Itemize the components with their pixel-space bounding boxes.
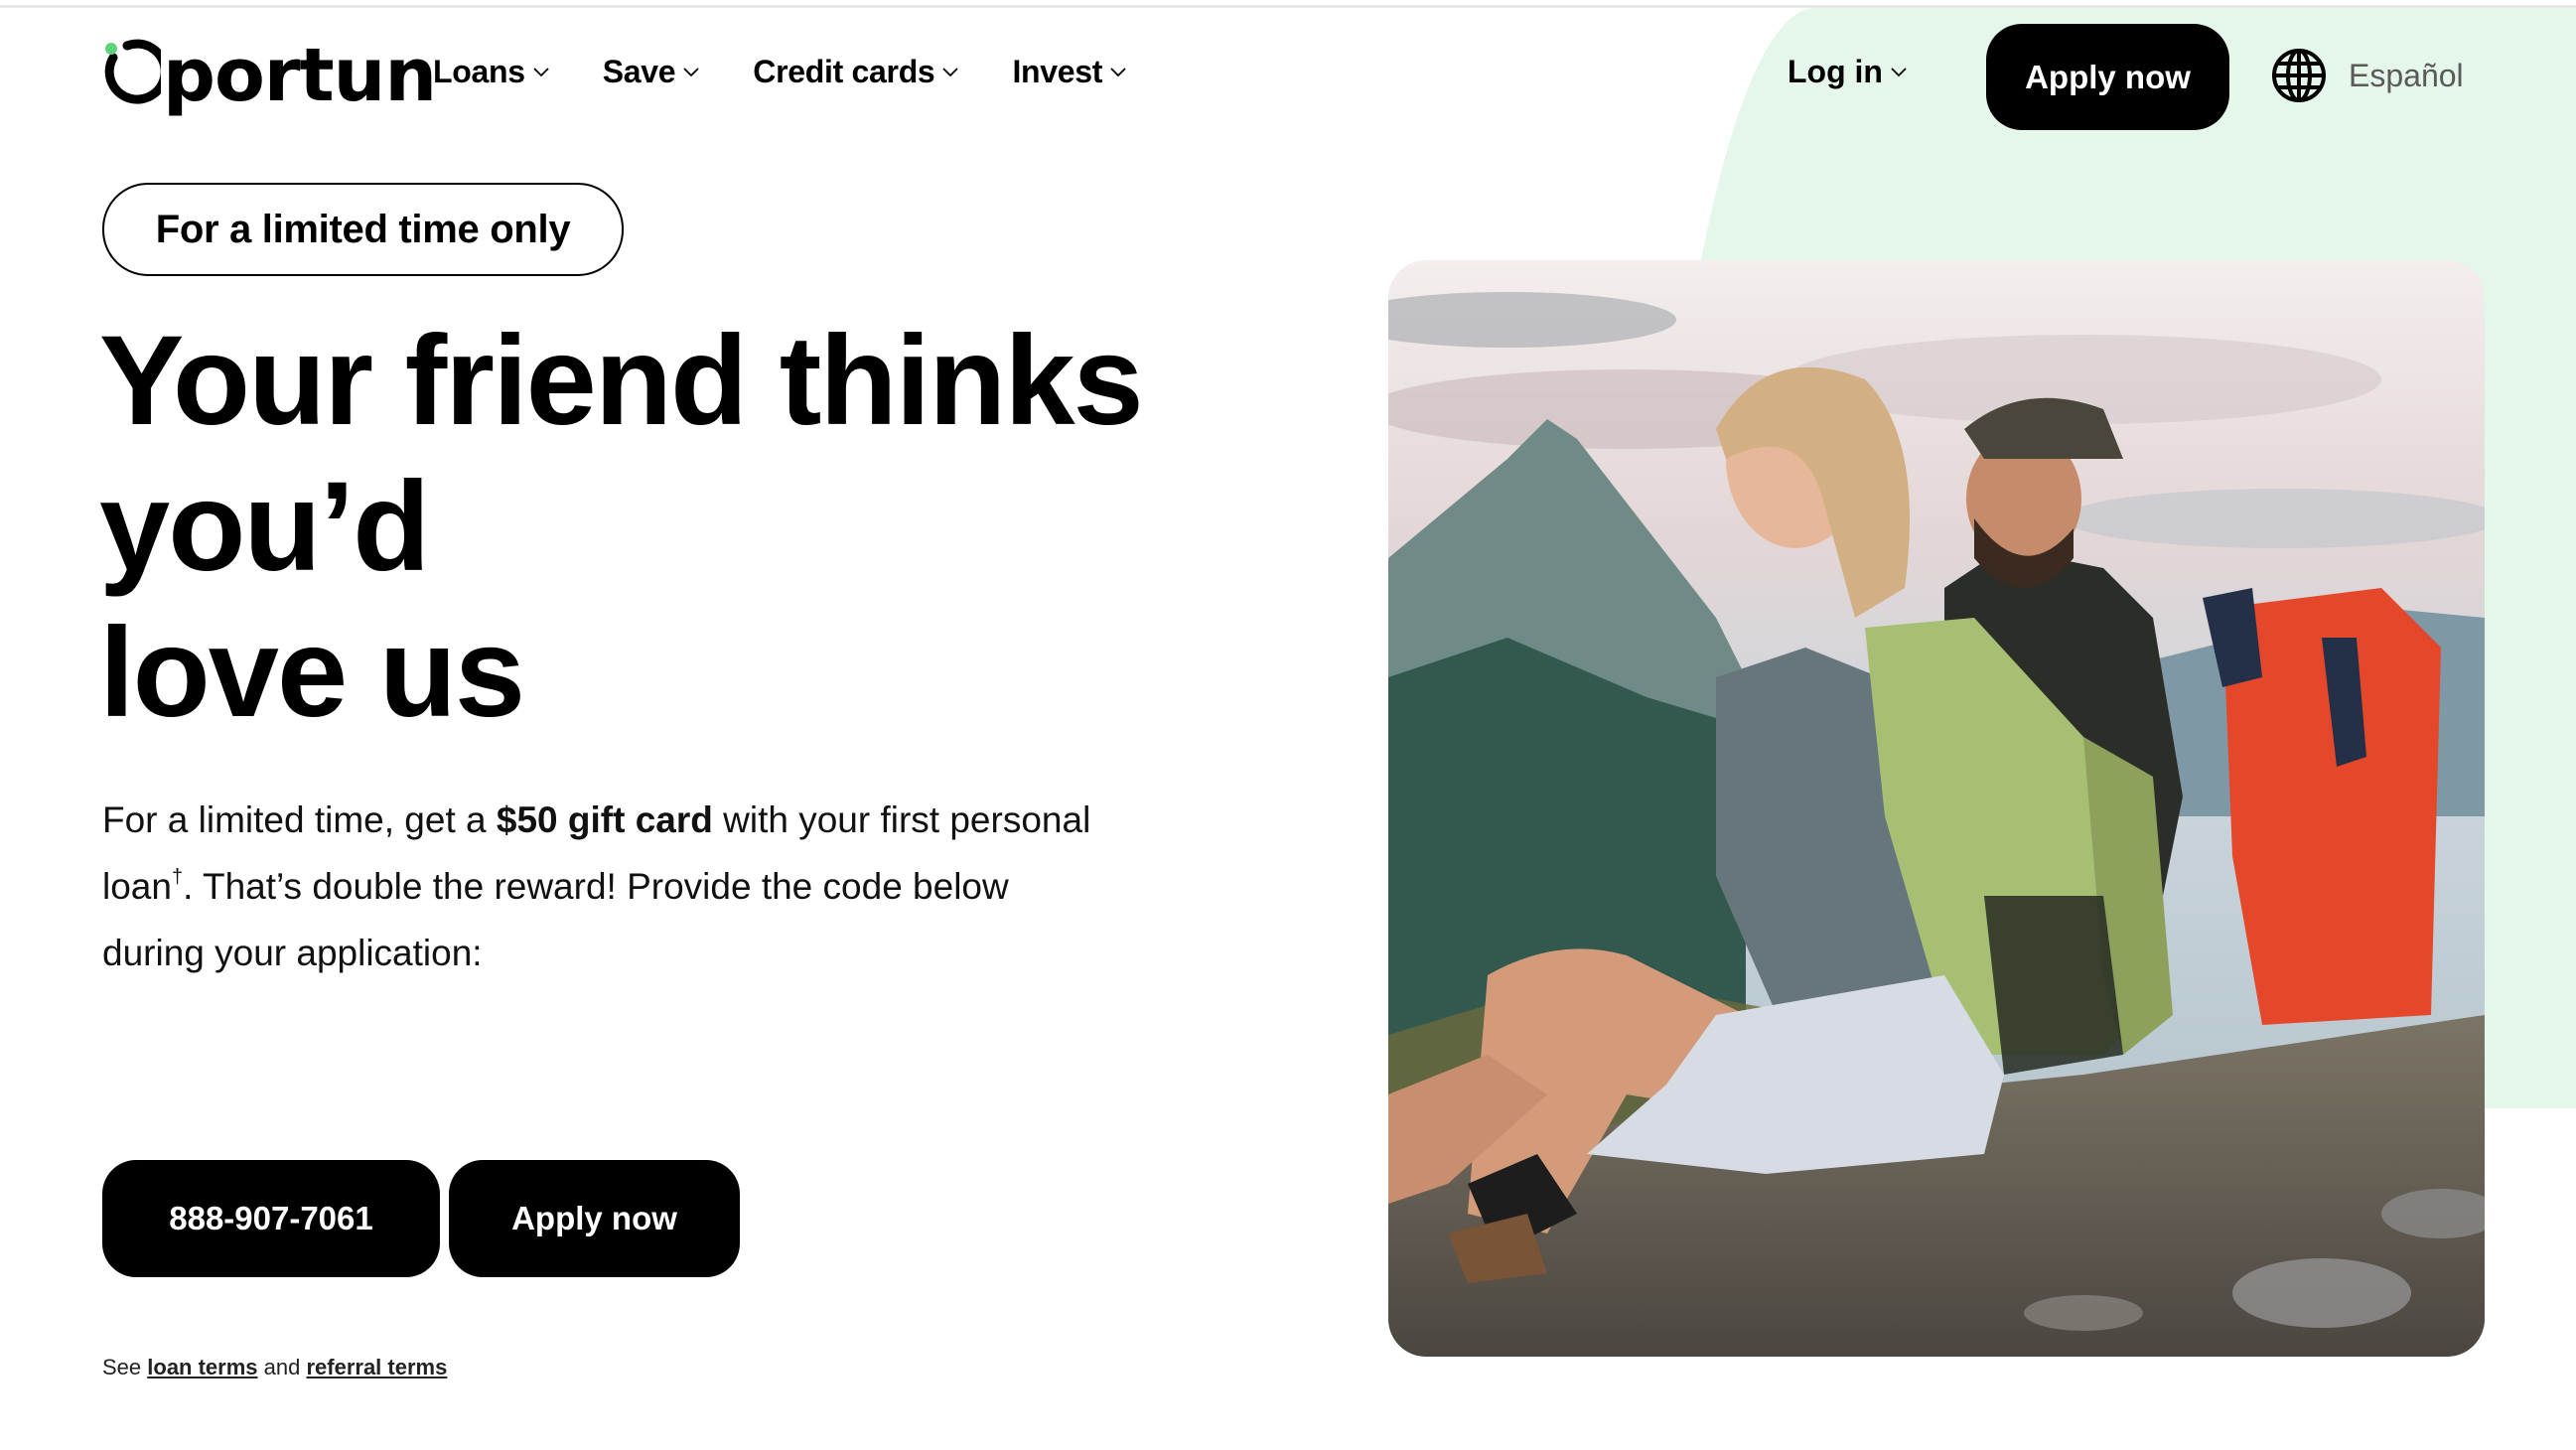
chevron-down-icon (1110, 67, 1126, 76)
language-label: Español (2349, 57, 2464, 93)
logo-text: portun (163, 33, 437, 118)
language-switcher[interactable]: Español (2271, 48, 2464, 103)
headline-line: Your friend thinks (99, 310, 1144, 452)
referral-terms-link[interactable]: referral terms (306, 1355, 447, 1379)
nav-loans[interactable]: Loans (433, 54, 549, 90)
main-nav: Loans Save Credit cards Invest (433, 54, 1180, 90)
chevron-down-icon (1891, 67, 1907, 76)
footnote-marker: † (171, 866, 184, 888)
nav-label: Loans (433, 54, 525, 89)
nav-save[interactable]: Save (603, 54, 700, 90)
nav-invest[interactable]: Invest (1012, 54, 1126, 90)
headline-line: you’d (99, 456, 430, 598)
terms-note: See loan terms and referral terms (102, 1355, 447, 1380)
oportun-logo[interactable]: portun (99, 33, 437, 118)
chevron-down-icon (942, 67, 959, 76)
terms-prefix: See (102, 1355, 148, 1379)
phone-call-button[interactable]: 888-907-7061 (102, 1160, 440, 1277)
logo-o-icon (104, 39, 161, 104)
chevron-down-icon (683, 67, 699, 76)
globe-icon (2272, 49, 2326, 102)
nav-label: Save (602, 54, 676, 89)
hero-image (1388, 260, 2485, 1357)
login-label: Log in (1788, 54, 1883, 89)
nav-credit-cards[interactable]: Credit cards (753, 54, 959, 90)
intro-text: For a limited time, get a (102, 799, 497, 840)
limited-time-badge: For a limited time only (102, 183, 624, 276)
loan-terms-link[interactable]: loan terms (147, 1355, 257, 1379)
intro-paragraph: For a limited time, get a $50 gift card … (102, 787, 1095, 986)
headline-line: love us (99, 602, 525, 744)
nav-label: Invest (1012, 54, 1103, 89)
apply-now-button[interactable]: Apply now (449, 1160, 740, 1277)
page-title: Your friend thinks you’d love us (99, 308, 1144, 746)
chevron-down-icon (533, 67, 549, 76)
intro-text: . That’s double the reward! Provide the … (102, 866, 1009, 973)
header-apply-now-button[interactable]: Apply now (1986, 24, 2229, 130)
hikers-photo-illustration (1388, 260, 2485, 1357)
nav-label: Credit cards (753, 54, 935, 89)
terms-and: and (257, 1355, 307, 1379)
login-menu[interactable]: Log in (1788, 54, 1907, 90)
gift-card-amount: $50 gift card (496, 799, 713, 840)
